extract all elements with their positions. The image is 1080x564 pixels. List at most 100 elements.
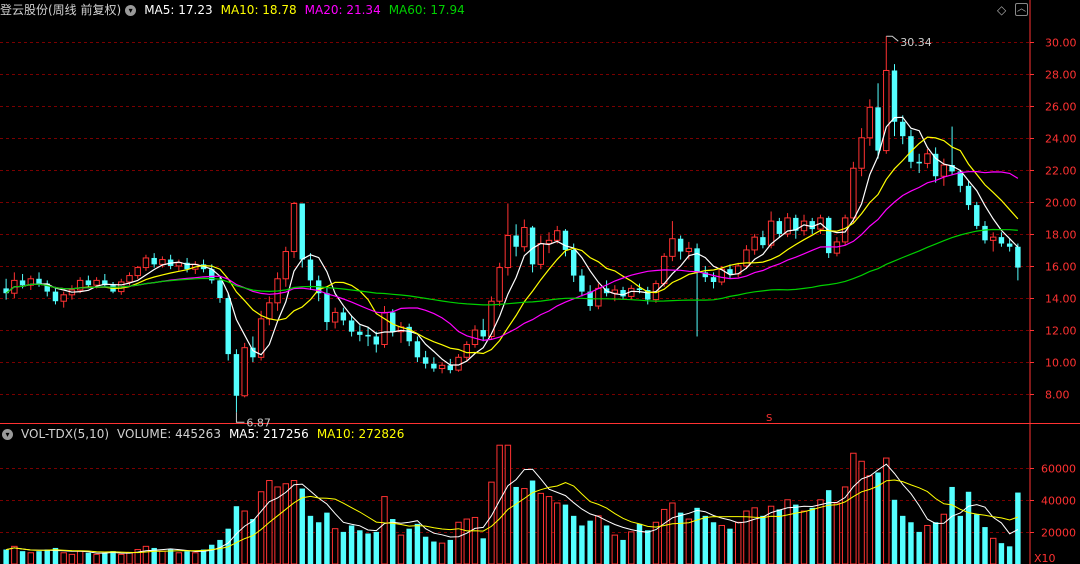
candle-body-up <box>266 302 273 320</box>
candle-body-up <box>504 235 512 269</box>
volume-bar-down <box>3 549 9 564</box>
candle-body-down <box>299 203 305 260</box>
candle-body-down <box>217 280 223 299</box>
stock-title[interactable]: 登云股份(周线 前复权) <box>0 0 121 20</box>
volume-bar-up <box>76 550 84 564</box>
volume-bar-down <box>982 527 988 564</box>
volume-bar-down <box>513 486 519 564</box>
candle-body-down <box>982 225 988 241</box>
volume-bar-up <box>734 521 742 564</box>
volume-bar-down <box>916 531 922 564</box>
sell-marker: S <box>766 413 772 424</box>
candle-body-down <box>151 257 157 265</box>
volume-bar-down <box>932 522 939 564</box>
volume-bar-down <box>348 525 355 564</box>
candle-body-up <box>940 164 948 177</box>
volume-value: VOLUME: 445263 <box>117 427 221 441</box>
volume-ma5-line <box>5 463 1019 554</box>
volume-bar-down <box>373 531 379 564</box>
candle-body-up <box>554 230 561 241</box>
volume-bar-down <box>998 543 1005 564</box>
diamond-icon[interactable]: ◇ <box>997 3 1006 17</box>
volume-bar-down <box>357 530 363 564</box>
volume-bar-down <box>19 551 26 564</box>
volume-bar-up <box>60 552 67 564</box>
price-tick-label: 12.00 <box>1045 325 1077 338</box>
candle-body-down <box>233 354 240 396</box>
dropdown-icon[interactable]: ▾ <box>125 4 137 16</box>
volume-bar-down <box>44 549 50 564</box>
volume-ma10-line <box>5 479 1019 554</box>
volume-bar-down <box>891 499 898 564</box>
ma20-line <box>5 170 1019 342</box>
dropdown-icon[interactable]: ▾ <box>2 428 13 440</box>
price-tick-label: 10.00 <box>1045 357 1077 370</box>
volume-bar-down <box>776 509 783 564</box>
volume-bar-up <box>800 510 808 564</box>
volume-bar-up <box>850 452 857 564</box>
price-tick-label: 26.00 <box>1045 101 1077 114</box>
volume-bar-up <box>463 518 470 564</box>
volume-bar-down <box>562 504 569 564</box>
candle-body-up <box>463 343 470 358</box>
volume-bar-up <box>669 502 676 564</box>
candle-body-up <box>866 106 874 139</box>
candle-body-up <box>175 262 183 267</box>
volume-bar-down <box>949 486 955 564</box>
ma10-line <box>5 136 1019 355</box>
up-chevron-icon[interactable]: ︿ <box>1015 3 1028 16</box>
volume-bar-up <box>989 537 997 564</box>
candle-body-up <box>858 137 865 169</box>
volume-bar-down <box>694 507 700 564</box>
volume-tick-label: 20000 <box>1041 527 1076 540</box>
candle-body-up <box>989 236 997 241</box>
candle-body-down <box>1015 246 1021 268</box>
volume-bar-up <box>192 552 199 564</box>
volume-bar-down <box>217 539 223 564</box>
volume-bar-down <box>908 522 914 564</box>
volume-bar-down <box>110 551 116 564</box>
candle-body-down <box>965 185 972 206</box>
volume-bar-down <box>645 530 651 564</box>
candle-body-down <box>373 336 379 345</box>
candle-body-down <box>710 277 717 282</box>
candle-body-down <box>974 205 980 226</box>
ma10-legend: MA10: 18.78 <box>220 3 297 17</box>
volume-bar-down <box>636 523 643 564</box>
volume-bar-up <box>381 496 388 564</box>
candle-body-down <box>422 357 429 364</box>
volume-bar-down <box>677 512 684 564</box>
volume-bar-down <box>702 515 709 564</box>
candle-body-up <box>282 251 290 280</box>
candle-body-down <box>809 221 815 230</box>
candle-body-up <box>60 294 67 302</box>
volume-bar-down <box>307 515 314 564</box>
volume-tick-label: 40000 <box>1041 495 1076 508</box>
volume-bar-up <box>817 499 824 564</box>
price-legend: 登云股份(周线 前复权) ▾ MA5: 17.23 MA10: 18.78 MA… <box>0 0 473 20</box>
candle-body-up <box>767 220 775 246</box>
price-tick-label: 16.00 <box>1045 261 1077 274</box>
volume-bar-up <box>554 502 561 564</box>
volume-bar-down <box>620 539 626 564</box>
candle-body-down <box>998 237 1005 244</box>
kline-chart[interactable]: 30.00 28.00 26.00 24.00 22.00 20.00 18.00 16.00… <box>0 0 1080 564</box>
candle-body-up <box>521 227 528 248</box>
volume-indicator-name[interactable]: VOL-TDX(5,10) <box>21 424 109 444</box>
volume-bar-down <box>315 522 322 564</box>
candle-body-down <box>36 278 42 284</box>
volume-bar-up <box>611 534 619 564</box>
candle-body-down <box>340 312 347 321</box>
price-tick-label: 28.00 <box>1045 69 1077 82</box>
volume-bar-down <box>603 525 610 564</box>
volume-bar-down <box>587 520 593 564</box>
volume-bar-down <box>710 522 717 564</box>
candle-body-down <box>324 293 330 323</box>
volume-bar-up <box>883 457 890 564</box>
volume-bar-down <box>414 523 421 564</box>
volume-ma-lines <box>5 463 1019 554</box>
volume-bar-up <box>537 492 545 564</box>
high-leader-line <box>886 35 899 42</box>
price-tick-label: 30.00 <box>1045 37 1077 50</box>
volume-bar-down <box>570 515 577 564</box>
